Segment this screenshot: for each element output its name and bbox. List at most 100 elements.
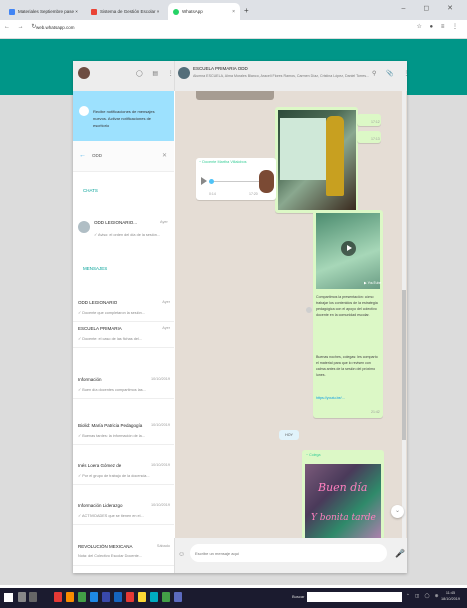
audio-progress-track[interactable] (209, 181, 259, 182)
scrollbar-thumb[interactable] (402, 290, 406, 440)
image-thumbnail[interactable] (305, 464, 381, 540)
taskbar-app-icon[interactable] (78, 592, 86, 602)
chat-time: Ayer (160, 220, 168, 224)
nav-buttons[interactable]: ← → ↻ (4, 23, 39, 30)
date-divider: HOY (279, 430, 299, 440)
chat-preview: ✓ Aviso: el orden del día de la sesión..… (94, 233, 161, 237)
youtube-label: ▶ YouTube (364, 281, 382, 285)
taskbar-app-icon[interactable] (90, 592, 98, 602)
play-icon[interactable] (201, 177, 207, 185)
sender-avatar (259, 170, 274, 193)
audio-progress-handle[interactable] (209, 179, 214, 184)
media-message-fragment[interactable] (196, 91, 274, 100)
bell-off-icon (79, 106, 89, 116)
taskbar-app-icon[interactable] (162, 592, 170, 602)
message-link[interactable]: https://youtu.be/… (316, 396, 380, 400)
conversation-title: ESCUELA PRIMARIA ODD (193, 66, 248, 71)
notification-text: Recibe notificaciones de mensajes nuevos… (93, 109, 155, 128)
message-time: 17:20 (249, 192, 258, 196)
chat-name: Información (78, 377, 102, 382)
sidebar-header-icons[interactable]: ◯ ▤ ⋮ (136, 70, 178, 77)
extension-icons[interactable]: ☆ ● ≡ ⋮ (416, 23, 461, 30)
system-tray-icons[interactable]: ⌃ ◫ ◯ ⊕ (406, 593, 441, 599)
taskbar-app-icon[interactable] (102, 592, 110, 602)
group-avatar[interactable] (178, 67, 190, 79)
close-tab-icon[interactable]: × (232, 9, 235, 15)
chat-preview: ✓ Buen día docentes compartimos las... (78, 388, 146, 392)
forward-icon[interactable] (306, 307, 312, 313)
projector-screen-image (280, 118, 326, 180)
taskbar-app-icon[interactable] (66, 592, 74, 602)
chat-time: Ayer (162, 300, 170, 304)
chat-avatar (78, 221, 90, 233)
taskbar-clock[interactable]: 11:45 18/10/2019 (441, 590, 460, 602)
chat-preview: ✓ Buenas tardes: la información de la... (78, 434, 145, 438)
list-item[interactable]: ESCUELA PRIMARIA Ayer ✓ Docente: el caso… (73, 322, 174, 348)
chat-name: Inés Loera Gómez de (78, 463, 122, 468)
list-item[interactable]: ODD LEGIONARIO Ayer ✓ Docente que comple… (73, 296, 174, 322)
browser-tab-active[interactable]: WhatsApp × (168, 3, 240, 20)
taskbar-app-icon[interactable] (126, 592, 134, 602)
message-time: 17:13 (371, 137, 380, 141)
microphone-icon[interactable]: 🎤 (395, 549, 405, 558)
browser-tab[interactable]: Materiales Septiembre pase × (4, 3, 84, 20)
back-arrow-icon[interactable]: ← (79, 152, 86, 159)
chat-name: Información Liderazgo (78, 503, 123, 508)
taskbar-app-icon[interactable] (54, 592, 62, 602)
chat-time: Ayer (162, 326, 170, 330)
search-bar (73, 141, 174, 172)
chat-preview: ✓ Docente que completaron la sesión... (78, 311, 145, 315)
start-button[interactable] (4, 593, 13, 602)
profile-avatar[interactable] (78, 67, 90, 79)
tab-favicon-icon (9, 8, 15, 15)
audio-duration: 0:14 (209, 192, 216, 196)
browser-tab-bar: Materiales Septiembre pase × Sistema de … (0, 0, 467, 20)
list-item[interactable]: Información 10/10/2019 ✓ Buen día docent… (73, 373, 174, 399)
message-sender: ~ Docente Martha Villalobos (199, 160, 247, 164)
conversation-members: Alumna ESCUELA, Alma Morales Blanco, Ara… (193, 74, 370, 78)
chat-name: ODD LEGIONARIO (78, 300, 118, 305)
message-input[interactable] (190, 544, 387, 562)
image-greeting-text: Buen día (318, 481, 368, 494)
list-item[interactable]: REVOLUCIÓN MEXICANA Sábado Nota: del Col… (73, 540, 174, 566)
play-icon[interactable] (341, 241, 356, 256)
chat-time: 10/10/2019 (150, 463, 170, 467)
taskbar-app-icon[interactable] (29, 592, 37, 602)
scroll-down-button[interactable]: ⌄ (391, 505, 404, 518)
tab-label: Sistema de Gestión Escolar × (100, 9, 160, 14)
chat-name: REVOLUCIÓN MEXICANA (78, 544, 133, 549)
message-time: 17:12 (371, 120, 380, 124)
browser-tab[interactable]: Sistema de Gestión Escolar × (86, 3, 166, 20)
taskbar-app-icon[interactable] (138, 592, 146, 602)
chat-name: Biolid: María Patricia Pedagogía (78, 423, 143, 428)
message-time: 21:42 (371, 410, 380, 414)
list-item[interactable]: Información Liderazgo 10/10/2019 ✓ ACTIV… (73, 499, 174, 525)
taskbar-app-icon[interactable] (114, 592, 122, 602)
new-tab-button[interactable]: + (244, 6, 249, 15)
chat-preview: ✓ Por el grupo de trabajo de la docencia… (78, 474, 150, 478)
tab-favicon-icon (91, 8, 97, 15)
clear-search-icon[interactable]: ✕ (162, 152, 167, 159)
whatsapp-favicon-icon (173, 8, 179, 15)
emoji-icon[interactable]: ☺ (178, 551, 185, 558)
taskbar-app-icon[interactable] (174, 592, 182, 602)
conversation-header-icons[interactable]: ⚲ 📎 ⋮ (372, 70, 413, 77)
search-input[interactable]: ODD (92, 153, 102, 158)
chat-time: 10/10/2019 (150, 377, 170, 381)
window-controls[interactable]: – ◻ ✕ (402, 4, 461, 12)
taskbar-app-icon[interactable] (150, 592, 158, 602)
list-item[interactable]: Biolid: María Patricia Pedagogía 10/10/2… (73, 419, 174, 445)
tab-label: WhatsApp (182, 9, 203, 14)
message-text: Buenas noches, colegas: les comparto el … (316, 355, 378, 377)
tab-label: Materiales Septiembre pase × (18, 9, 78, 14)
taskbar-search-input[interactable] (307, 592, 402, 602)
chats-section-label: CHATS (83, 188, 98, 193)
chat-preview: ✓ ACTIVIDADES que se tienen en el... (78, 514, 144, 518)
taskbar-search-label: Buscar (292, 594, 305, 599)
chat-name: ODD LEGIONARIO... (94, 220, 138, 225)
message-sender: ~ Colega (306, 453, 321, 457)
task-view-icon[interactable] (18, 592, 26, 602)
list-item[interactable]: Inés Loera Gómez de 10/10/2019 ✓ Por el … (73, 459, 174, 485)
url-field[interactable]: web.whatsapp.com (36, 22, 396, 34)
clock-date: 18/10/2019 (441, 597, 461, 601)
